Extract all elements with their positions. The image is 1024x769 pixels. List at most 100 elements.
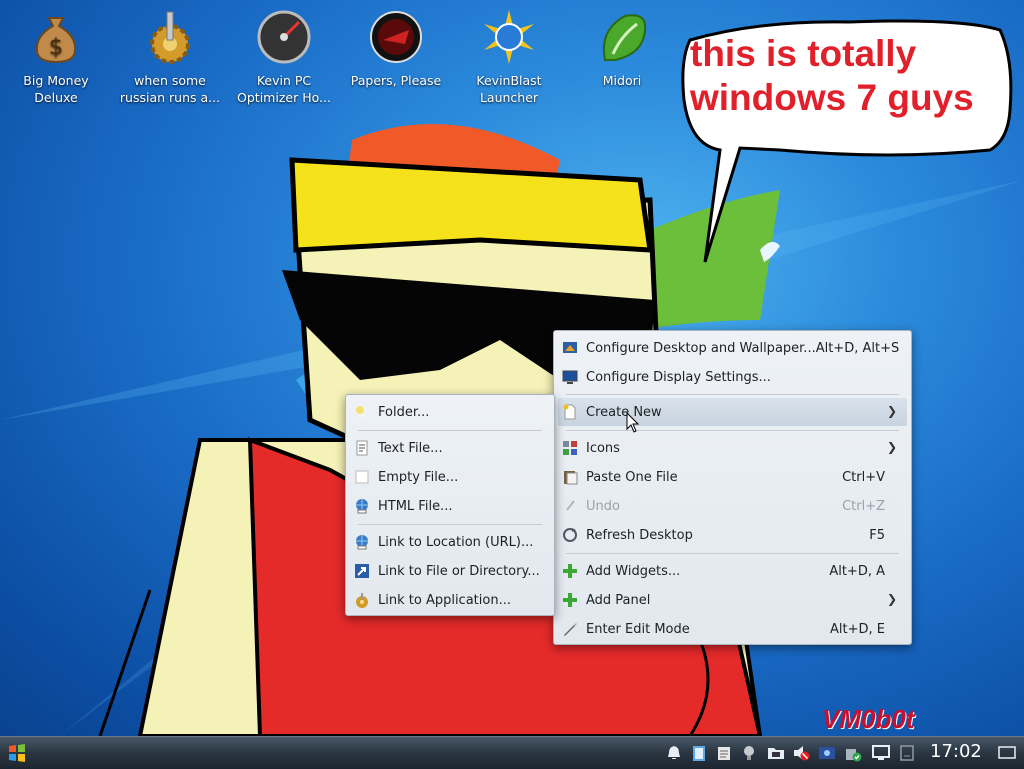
menu-item-label: Empty File... <box>378 469 459 485</box>
icon-label: Big Money Deluxe <box>23 73 89 105</box>
starburst-icon <box>482 10 536 64</box>
globe-link-icon <box>354 534 370 550</box>
menu-item-shortcut: Alt+D, A <box>829 563 885 579</box>
menu-item-refresh-desktop[interactable]: Refresh Desktop F5 <box>558 521 907 549</box>
stamp-emblem-icon <box>369 10 423 64</box>
menu-item-add-panel[interactable]: Add Panel ❯ <box>558 586 907 614</box>
menu-item-label: Link to Location (URL)... <box>378 534 534 550</box>
submenu-item-link-application[interactable]: Link to Application... <box>350 586 550 614</box>
monitor-icon <box>562 369 578 385</box>
desktop-icon-papers-please[interactable]: Papers, Please <box>344 10 448 89</box>
icon-label: Papers, Please <box>350 73 442 88</box>
html-file-icon <box>354 498 370 514</box>
leaf-icon <box>595 10 649 64</box>
speech-line: windows 7 guys <box>690 77 974 118</box>
icon-label: KevinBlast Launcher <box>476 73 542 105</box>
folder-icon[interactable] <box>767 744 785 762</box>
create-new-submenu: Folder... Text File... Empty File... HTM… <box>345 394 555 616</box>
display-icon[interactable] <box>872 744 890 762</box>
desktop-icon-kevin-pc-optimizer[interactable]: Kevin PC Optimizer Ho... <box>232 10 336 106</box>
menu-item-label: HTML File... <box>378 498 453 514</box>
desktop-icon-kevinblast-launcher[interactable]: KevinBlast Launcher <box>457 10 561 106</box>
menu-item-label: Paste One File <box>586 469 678 485</box>
plus-icon <box>562 592 578 608</box>
desktop-icon-russian[interactable]: when some russian runs a... <box>118 10 222 106</box>
menu-item-label: Configure Display Settings... <box>586 369 771 385</box>
menu-item-shortcut: Ctrl+Z <box>842 498 885 514</box>
menu-item-label: Folder... <box>378 404 430 420</box>
menu-item-icons[interactable]: Icons ❯ <box>558 434 907 462</box>
menu-separator <box>358 524 542 525</box>
link-arrow-icon <box>354 563 370 579</box>
menu-item-create-new[interactable]: Create New ❯ <box>558 398 907 426</box>
mouse-cursor <box>626 412 640 433</box>
menu-item-paste-one-file[interactable]: Paste One File Ctrl+V <box>558 463 907 491</box>
clipboard-icon[interactable] <box>690 744 708 762</box>
menu-item-shortcut: Alt+D, Alt+S <box>815 340 900 356</box>
updates-icon[interactable] <box>844 744 862 762</box>
windows-logo-icon <box>9 744 25 762</box>
chevron-right-icon: ❯ <box>886 404 897 418</box>
icon-label: Midori <box>602 73 642 88</box>
text-file-icon <box>354 440 370 456</box>
submenu-item-link-location[interactable]: Link to Location (URL)... <box>350 528 550 556</box>
speech-bubble-text: this is totally windows 7 guys <box>690 32 1010 120</box>
bulb-icon[interactable] <box>740 744 758 762</box>
menu-item-label: Configure Desktop and Wallpaper... <box>586 340 816 356</box>
submenu-item-folder[interactable]: Folder... <box>350 398 550 426</box>
clock[interactable]: 17:02 <box>930 741 982 762</box>
signature: VM0b0t <box>822 704 915 734</box>
gear-icon <box>143 10 197 64</box>
icon-label: Kevin PC Optimizer Ho... <box>237 73 331 105</box>
money-bag-icon: $ <box>29 10 83 64</box>
menu-item-enter-edit-mode[interactable]: Enter Edit Mode Alt+D, E <box>558 615 907 643</box>
application-link-icon <box>354 592 370 608</box>
volume-muted-icon[interactable] <box>792 744 810 762</box>
desktop-icon-midori[interactable]: Midori <box>570 10 674 89</box>
drive-icon[interactable] <box>898 744 916 762</box>
start-button[interactable] <box>6 742 28 764</box>
menu-separator <box>566 394 899 395</box>
menu-item-label: Link to File or Directory... <box>378 563 540 579</box>
menu-item-shortcut: F5 <box>869 527 885 543</box>
menu-item-undo[interactable]: Undo Ctrl+Z <box>558 492 907 520</box>
menu-item-label: Link to Application... <box>378 592 511 608</box>
submenu-item-html-file[interactable]: HTML File... <box>350 492 550 520</box>
chevron-right-icon: ❯ <box>886 440 897 454</box>
notification-bell-icon[interactable] <box>665 744 683 762</box>
menu-item-configure-display[interactable]: Configure Display Settings... <box>558 363 907 391</box>
menu-separator <box>358 430 542 431</box>
speech-line: this is totally <box>690 33 917 74</box>
menu-item-label: Refresh Desktop <box>586 527 693 543</box>
empty-file-icon <box>354 469 370 485</box>
desktop-context-menu: Configure Desktop and Wallpaper... Alt+D… <box>553 330 912 645</box>
menu-item-configure-desktop[interactable]: Configure Desktop and Wallpaper... Alt+D… <box>558 334 907 362</box>
menu-item-label: Enter Edit Mode <box>586 621 690 637</box>
desktop-icon-big-money-deluxe[interactable]: $ Big Money Deluxe <box>4 10 108 106</box>
network-card-icon[interactable] <box>818 744 836 762</box>
plus-icon <box>562 563 578 579</box>
show-desktop-icon[interactable] <box>998 744 1016 762</box>
menu-item-add-widgets[interactable]: Add Widgets... Alt+D, A <box>558 557 907 585</box>
paste-icon <box>562 469 578 485</box>
menu-item-label: Add Panel <box>586 592 651 608</box>
icon-label: when some russian runs a... <box>119 73 221 105</box>
menu-separator <box>566 553 899 554</box>
menu-item-label: Undo <box>586 498 620 514</box>
new-document-icon <box>562 404 578 420</box>
menu-item-label: Icons <box>586 440 620 456</box>
menu-item-label: Add Widgets... <box>586 563 681 579</box>
menu-separator <box>566 430 899 431</box>
submenu-item-empty-file[interactable]: Empty File... <box>350 463 550 491</box>
submenu-item-link-file[interactable]: Link to File or Directory... <box>350 557 550 585</box>
desktop-config-icon <box>562 340 578 356</box>
icons-grid-icon <box>562 440 578 456</box>
folder-icon <box>354 404 370 420</box>
undo-icon <box>562 498 578 514</box>
submenu-item-text-file[interactable]: Text File... <box>350 434 550 462</box>
menu-item-shortcut: Alt+D, E <box>830 621 885 637</box>
notes-icon[interactable] <box>715 744 733 762</box>
menu-item-label: Text File... <box>378 440 443 456</box>
speedometer-icon <box>257 10 311 64</box>
edit-icon <box>562 621 578 637</box>
